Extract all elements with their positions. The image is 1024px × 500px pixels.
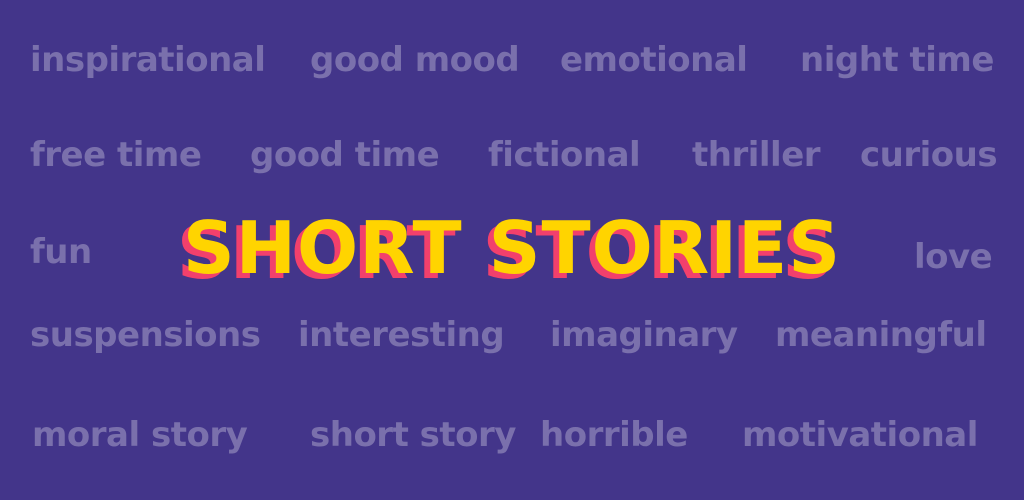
banner-title: SHORT STORIES (182, 206, 842, 290)
tag-word: emotional (560, 40, 748, 80)
tag-word: inspirational (30, 40, 266, 80)
tag-word: meaningful (775, 315, 987, 355)
tag-word: short story (310, 415, 516, 455)
tag-word: good time (250, 135, 440, 175)
tag-word: imaginary (550, 315, 738, 355)
tag-word: free time (30, 135, 202, 175)
short-stories-banner: inspirational good mood emotional night … (0, 0, 1024, 500)
tag-word: motivational (742, 415, 978, 455)
tag-word: moral story (32, 415, 248, 455)
tag-word: good mood (310, 40, 520, 80)
tag-word: horrible (540, 415, 688, 455)
tag-word: thriller (692, 135, 821, 175)
tag-word: night time (800, 40, 994, 80)
tag-word: fictional (488, 135, 641, 175)
tag-word: suspensions (30, 315, 261, 355)
tag-word: interesting (298, 315, 505, 355)
tag-word: curious (860, 135, 998, 175)
